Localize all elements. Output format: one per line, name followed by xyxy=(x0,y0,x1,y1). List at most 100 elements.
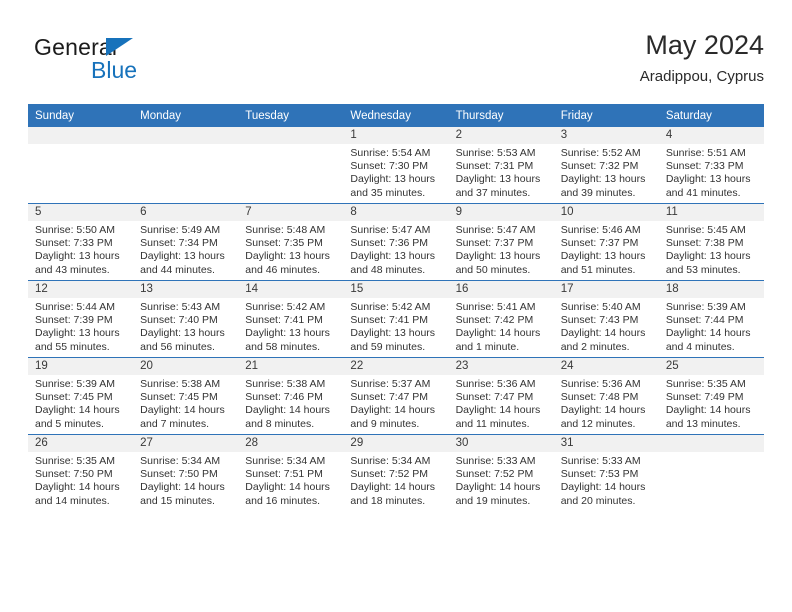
calendar-cell-inner: 16 Sunrise: 5:41 AM Sunset: 7:42 PM Dayligh… xyxy=(448,281,554,357)
calendar-cell-inner: 4 Sunrise: 5:51 AM Sunset: 7:33 PM Daylight… xyxy=(658,127,764,203)
daylight-text-line1: Daylight: 14 hours xyxy=(35,481,120,494)
day-number: 17 xyxy=(553,281,659,298)
calendar-cell-day[interactable]: 15 Sunrise: 5:42 AM Sunset: 7:41 PM Dayligh… xyxy=(343,280,449,358)
calendar-week-row: 19 Sunrise: 5:39 AM Sunset: 7:45 PM Dayligh… xyxy=(28,357,764,435)
day-sun-info: Sunrise: 5:35 AM Sunset: 7:50 PM Daylight:… xyxy=(28,452,133,508)
day-number xyxy=(238,127,344,144)
day-sun-info: Sunrise: 5:50 AM Sunset: 7:33 PM Daylight:… xyxy=(28,221,133,277)
sunrise-text: Sunrise: 5:48 AM xyxy=(245,224,326,236)
daylight-text-line2: and 16 minutes. xyxy=(245,494,320,507)
day-sun-info: Sunrise: 5:34 AM Sunset: 7:50 PM Daylight:… xyxy=(133,452,238,508)
calendar-cell-day[interactable]: 8 Sunrise: 5:47 AM Sunset: 7:36 PM Daylight… xyxy=(343,203,449,281)
calendar-cell-day[interactable]: 28 Sunrise: 5:34 AM Sunset: 7:51 PM Dayligh… xyxy=(238,434,344,511)
weekday-header-sunday: Sunday xyxy=(28,104,134,127)
daylight-text-line2: and 7 minutes. xyxy=(140,417,210,430)
calendar-table: Sunday Monday Tuesday Wednesday Thursday Frid… xyxy=(28,104,764,511)
calendar-cell-day[interactable]: 11 Sunrise: 5:45 AM Sunset: 7:38 PM Dayligh… xyxy=(658,203,764,281)
calendar-cell-day[interactable]: 16 Sunrise: 5:41 AM Sunset: 7:42 PM Dayligh… xyxy=(448,280,554,358)
calendar-cell-day[interactable]: 17 Sunrise: 5:40 AM Sunset: 7:43 PM Dayligh… xyxy=(553,280,659,358)
sunset-text: Sunset: 7:37 PM xyxy=(560,237,639,250)
calendar-cell-day[interactable]: 5 Sunrise: 5:50 AM Sunset: 7:33 PM Daylight… xyxy=(28,203,134,281)
calendar-cell-day[interactable]: 3 Sunrise: 5:52 AM Sunset: 7:32 PM Daylight… xyxy=(553,127,659,204)
calendar-cell-day[interactable]: 25 Sunrise: 5:35 AM Sunset: 7:49 PM Dayligh… xyxy=(658,357,764,435)
sunrise-text: Sunrise: 5:51 AM xyxy=(665,147,746,159)
sunset-text: Sunset: 7:41 PM xyxy=(245,314,323,327)
sunset-text: Sunset: 7:33 PM xyxy=(35,237,113,250)
daylight-text-line2: and 14 minutes. xyxy=(35,494,110,507)
daylight-text-line2: and 39 minutes. xyxy=(560,186,636,199)
calendar-cell-inner: 2 Sunrise: 5:53 AM Sunset: 7:31 PM Daylight… xyxy=(448,127,554,203)
calendar-cell-day[interactable]: 26 Sunrise: 5:35 AM Sunset: 7:50 PM Dayligh… xyxy=(28,434,134,511)
sunrise-text: Sunrise: 5:40 AM xyxy=(560,301,641,313)
sunrise-text: Sunrise: 5:46 AM xyxy=(560,224,641,236)
calendar-week-row: 12 Sunrise: 5:44 AM Sunset: 7:39 PM Dayligh… xyxy=(28,280,764,358)
calendar-cell-day[interactable]: 27 Sunrise: 5:34 AM Sunset: 7:50 PM Dayligh… xyxy=(133,434,239,511)
calendar-cell-day[interactable]: 1 Sunrise: 5:54 AM Sunset: 7:30 PM Daylight… xyxy=(343,127,449,204)
calendar-cell-inner: 9 Sunrise: 5:47 AM Sunset: 7:37 PM Daylight… xyxy=(448,204,554,280)
daylight-text-line1: Daylight: 13 hours xyxy=(35,250,120,263)
day-sun-info: Sunrise: 5:36 AM Sunset: 7:47 PM Daylight:… xyxy=(449,375,554,431)
sunrise-text: Sunrise: 5:44 AM xyxy=(35,301,115,313)
calendar-cell-day[interactable]: 6 Sunrise: 5:49 AM Sunset: 7:34 PM Daylight… xyxy=(133,203,239,281)
sunset-text: Sunset: 7:52 PM xyxy=(455,468,534,481)
daylight-text-line1: Daylight: 13 hours xyxy=(455,250,541,263)
daylight-text-line1: Daylight: 13 hours xyxy=(35,327,120,340)
calendar-cell-day[interactable]: 12 Sunrise: 5:44 AM Sunset: 7:39 PM Dayligh… xyxy=(28,280,134,358)
calendar-cell-day[interactable]: 24 Sunrise: 5:36 AM Sunset: 7:48 PM Dayligh… xyxy=(553,357,659,435)
sunset-text: Sunset: 7:52 PM xyxy=(350,468,429,481)
daylight-text-line1: Daylight: 13 hours xyxy=(665,250,751,263)
page-subtitle: Aradippou, Cyprus xyxy=(639,68,764,85)
generalblue-logo: General Blue xyxy=(34,34,264,90)
sunset-text: Sunset: 7:39 PM xyxy=(35,314,113,327)
weekday-header-tuesday: Tuesday xyxy=(238,104,344,127)
calendar-cell-inner xyxy=(238,127,344,203)
calendar-cell-day[interactable]: 19 Sunrise: 5:39 AM Sunset: 7:45 PM Dayligh… xyxy=(28,357,134,435)
calendar-cell-day[interactable]: 20 Sunrise: 5:38 AM Sunset: 7:45 PM Dayligh… xyxy=(133,357,239,435)
sunset-text: Sunset: 7:36 PM xyxy=(350,237,429,250)
daylight-text-line2: and 9 minutes. xyxy=(350,417,420,430)
calendar-cell-day[interactable]: 18 Sunrise: 5:39 AM Sunset: 7:44 PM Dayligh… xyxy=(658,280,764,358)
sunrise-text: Sunrise: 5:43 AM xyxy=(140,301,221,313)
day-number: 31 xyxy=(553,435,659,452)
calendar-cell-day[interactable]: 14 Sunrise: 5:42 AM Sunset: 7:41 PM Dayligh… xyxy=(238,280,344,358)
calendar-cell-day[interactable]: 13 Sunrise: 5:43 AM Sunset: 7:40 PM Dayligh… xyxy=(133,280,239,358)
calendar-cell-day[interactable]: 2 Sunrise: 5:53 AM Sunset: 7:31 PM Daylight… xyxy=(448,127,554,204)
calendar-cell-inner: 27 Sunrise: 5:34 AM Sunset: 7:50 PM Dayligh… xyxy=(133,435,239,511)
day-sun-info: Sunrise: 5:39 AM Sunset: 7:45 PM Daylight:… xyxy=(28,375,133,431)
sunset-text: Sunset: 7:38 PM xyxy=(665,237,744,250)
calendar-cell-day[interactable]: 21 Sunrise: 5:38 AM Sunset: 7:46 PM Dayligh… xyxy=(238,357,344,435)
day-number: 16 xyxy=(448,281,554,298)
day-sun-info: Sunrise: 5:40 AM Sunset: 7:43 PM Daylight:… xyxy=(554,298,659,354)
sunrise-text: Sunrise: 5:39 AM xyxy=(35,378,115,390)
sunset-text: Sunset: 7:41 PM xyxy=(350,314,429,327)
sunrise-text: Sunrise: 5:50 AM xyxy=(35,224,115,236)
calendar-cell-inner: 31 Sunrise: 5:33 AM Sunset: 7:53 PM Dayligh… xyxy=(553,435,659,511)
calendar-cell-day[interactable]: 22 Sunrise: 5:37 AM Sunset: 7:47 PM Dayligh… xyxy=(343,357,449,435)
calendar-cell-day[interactable]: 30 Sunrise: 5:33 AM Sunset: 7:52 PM Dayligh… xyxy=(448,434,554,511)
calendar-week-row: 1 Sunrise: 5:54 AM Sunset: 7:30 PM Daylight… xyxy=(28,127,764,204)
day-number: 6 xyxy=(133,204,239,221)
daylight-text-line1: Daylight: 14 hours xyxy=(350,404,436,417)
day-sun-info: Sunrise: 5:33 AM Sunset: 7:52 PM Daylight:… xyxy=(449,452,554,508)
calendar-cell-day[interactable]: 29 Sunrise: 5:34 AM Sunset: 7:52 PM Dayligh… xyxy=(343,434,449,511)
triangle-icon xyxy=(106,38,133,56)
weekday-header-friday: Friday xyxy=(553,104,659,127)
calendar-cell-day[interactable]: 9 Sunrise: 5:47 AM Sunset: 7:37 PM Daylight… xyxy=(448,203,554,281)
calendar-week-row: 5 Sunrise: 5:50 AM Sunset: 7:33 PM Daylight… xyxy=(28,203,764,281)
day-sun-info: Sunrise: 5:54 AM Sunset: 7:30 PM Daylight:… xyxy=(343,144,448,200)
calendar-cell-day[interactable]: 23 Sunrise: 5:36 AM Sunset: 7:47 PM Dayligh… xyxy=(448,357,554,435)
calendar-cell-day[interactable]: 7 Sunrise: 5:48 AM Sunset: 7:35 PM Daylight… xyxy=(238,203,344,281)
day-sun-info: Sunrise: 5:53 AM Sunset: 7:31 PM Daylight:… xyxy=(449,144,554,200)
calendar-cell-day[interactable]: 10 Sunrise: 5:46 AM Sunset: 7:37 PM Dayligh… xyxy=(553,203,659,281)
sunrise-text: Sunrise: 5:37 AM xyxy=(350,378,431,390)
calendar-cell-day[interactable]: 4 Sunrise: 5:51 AM Sunset: 7:33 PM Daylight… xyxy=(658,127,764,204)
calendar-cell-inner: 29 Sunrise: 5:34 AM Sunset: 7:52 PM Dayligh… xyxy=(343,435,449,511)
day-number: 10 xyxy=(553,204,659,221)
daylight-text-line2: and 5 minutes. xyxy=(35,417,104,430)
daylight-text-line2: and 15 minutes. xyxy=(140,494,215,507)
day-number: 1 xyxy=(343,127,449,144)
calendar-cell-inner: 7 Sunrise: 5:48 AM Sunset: 7:35 PM Daylight… xyxy=(238,204,344,280)
calendar-cell-day[interactable]: 31 Sunrise: 5:33 AM Sunset: 7:53 PM Dayligh… xyxy=(553,434,659,511)
title-block: May 2024 Aradippou, Cyprus xyxy=(640,28,764,88)
sunset-text: Sunset: 7:45 PM xyxy=(35,391,113,404)
